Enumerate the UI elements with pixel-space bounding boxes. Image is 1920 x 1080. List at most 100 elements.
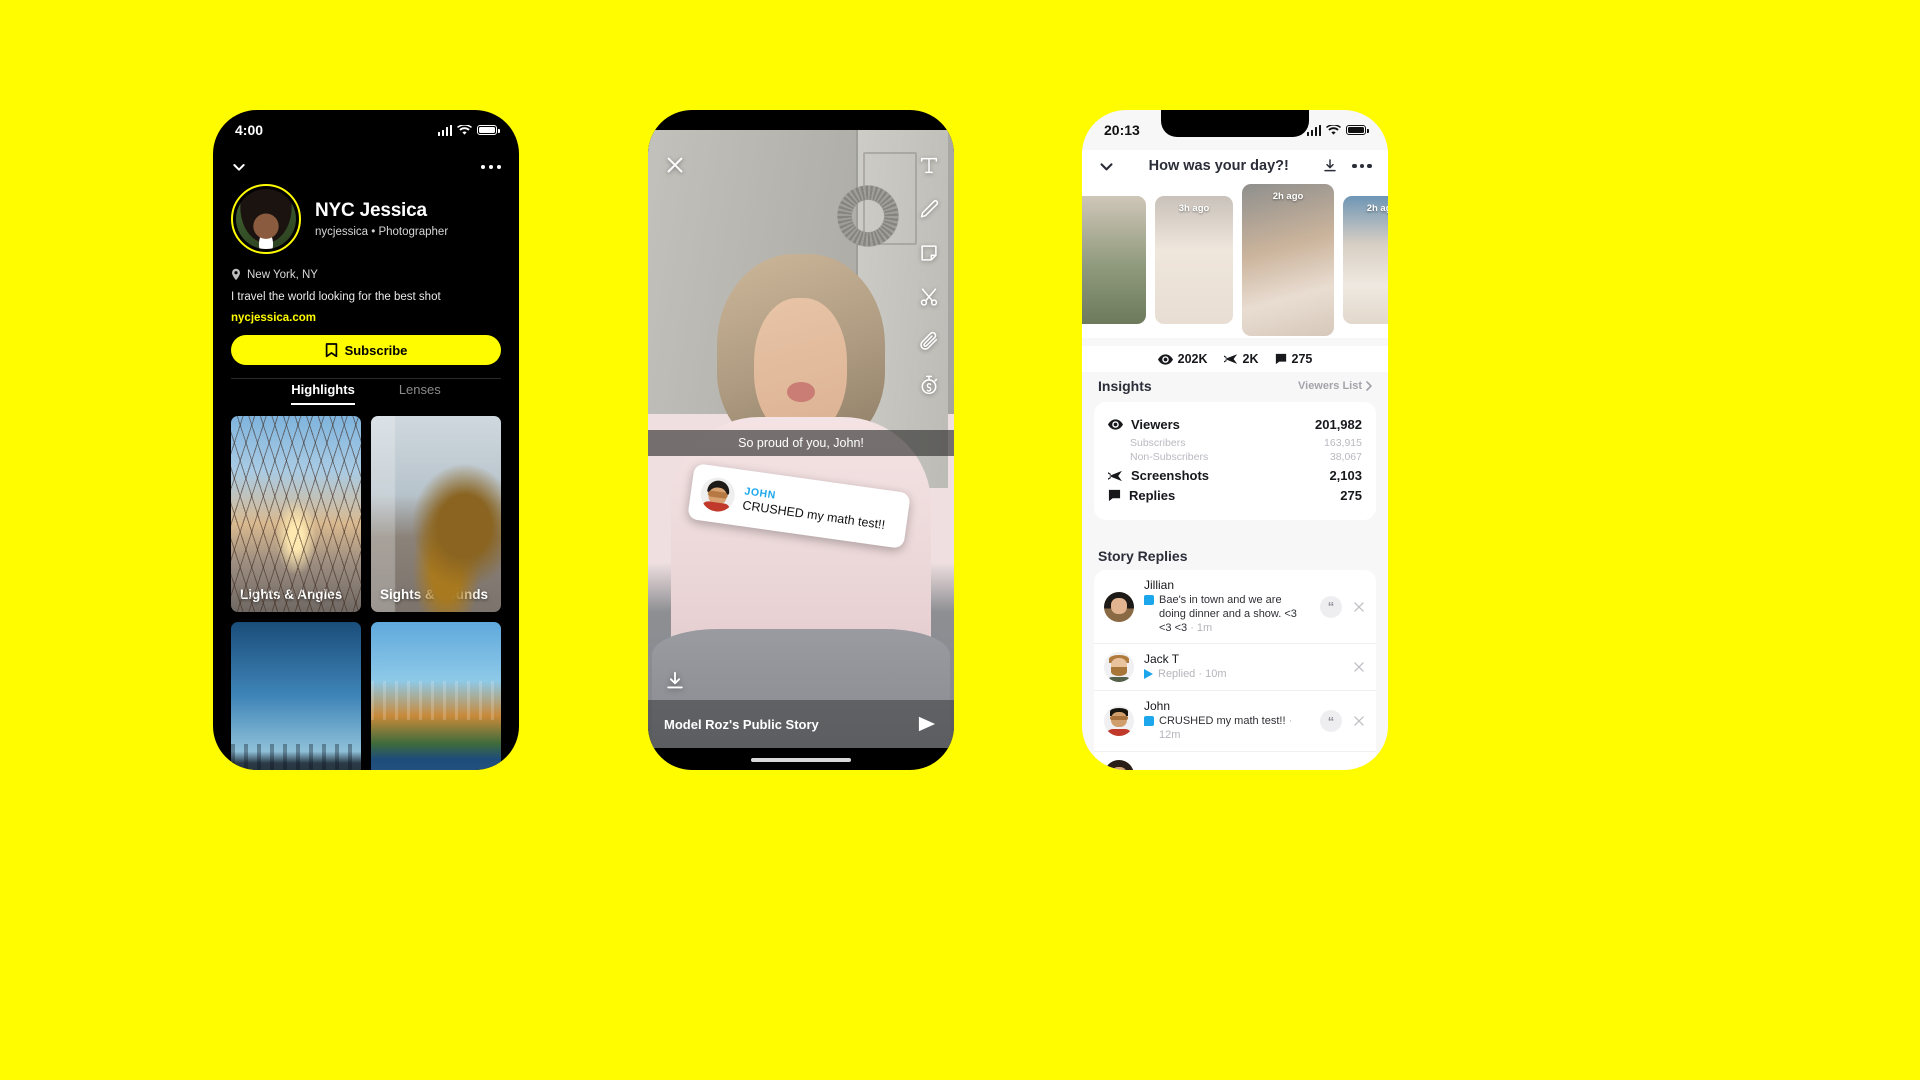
reply-message: Replied [1158, 668, 1196, 681]
header-actions [1322, 158, 1372, 174]
chevron-down-icon[interactable] [231, 159, 247, 175]
timer-icon[interactable] [918, 374, 940, 396]
highlight-tile-park[interactable] [371, 622, 501, 770]
highlight-tile-lights-angles[interactable]: Lights & Angles [231, 416, 361, 612]
story-time-label: 2h ago [1366, 203, 1388, 214]
insights-row-screenshots: Screenshots 2,103 [1108, 468, 1362, 483]
list-item[interactable]: Jillian Bae's in town and we are doing d… [1094, 570, 1376, 645]
download-save-icon[interactable] [664, 670, 686, 692]
text-tool-icon[interactable] [918, 154, 940, 176]
close-icon[interactable] [664, 154, 686, 176]
story-thumbnail[interactable]: 3h ago 250K [1155, 196, 1233, 324]
bitmoji-jack-avatar [1104, 652, 1134, 683]
insights-row-replies: Replies 275 [1108, 488, 1362, 503]
dismiss-reply-icon[interactable] [1352, 600, 1366, 614]
story-thumbnail[interactable]: 2h ago 198K [1343, 196, 1388, 324]
reply-content: Jennypenny [1144, 768, 1366, 770]
eye-icon [1157, 353, 1173, 365]
insights-label: Viewers [1131, 417, 1180, 432]
reply-message: CRUSHED my math test!! [1159, 715, 1286, 728]
list-item[interactable]: Jennypenny [1094, 752, 1376, 770]
more-options-icon[interactable] [1352, 163, 1372, 169]
reply-name: Jillian [1144, 578, 1175, 592]
highlight-tile-sights-sounds[interactable]: Sights & Sounds [371, 416, 501, 612]
story-thumbnail-featured[interactable]: 2h ago [1242, 184, 1334, 336]
dismiss-reply-icon[interactable] [1352, 660, 1366, 674]
story-name-label: Model Roz's Public Story [664, 716, 819, 732]
reply-name: John [1144, 699, 1171, 714]
paperclip-attach-icon[interactable] [918, 330, 940, 352]
screenshot-icon [1223, 354, 1237, 364]
reply-content: John CRUSHED my math test!! · 12m [1144, 699, 1310, 743]
subscribe-button-label: Subscribe [344, 342, 408, 358]
eye-icon [1108, 419, 1123, 430]
subscribe-button[interactable]: Subscribe [231, 335, 501, 365]
page-title: NYC Jessica [315, 200, 427, 221]
tab-lenses[interactable]: Lenses [399, 382, 441, 405]
story-bottom-bar: Model Roz's Public Story [648, 700, 954, 748]
wifi-icon [1326, 124, 1341, 135]
profile-bio: I travel the world looking for the best … [231, 291, 441, 303]
insights-value: 201,982 [1315, 417, 1362, 432]
viewers-list-link[interactable]: Viewers List [1298, 380, 1372, 392]
insights-title: Insights [1098, 378, 1152, 394]
notch [1161, 110, 1309, 137]
download-icon[interactable] [1322, 158, 1338, 174]
draw-pen-icon[interactable] [918, 198, 940, 220]
status-time: 20:13 [1104, 122, 1140, 138]
profile-website-link[interactable]: nycjessica.com [231, 312, 501, 324]
story-time-label: 3h ago [1178, 203, 1210, 214]
profile-top-bar [213, 150, 519, 184]
insights-row-non-subscribers: Non-Subscribers 38,067 [1108, 451, 1362, 463]
chat-bubble-icon [1108, 489, 1121, 502]
story-caption[interactable]: So proud of you, John! [648, 430, 954, 456]
dismiss-reply-icon[interactable] [1352, 714, 1366, 728]
reply-message: Bae's in town and we are doing dinner an… [1159, 594, 1297, 634]
status-icons [437, 124, 500, 136]
stat-screenshots: 2K [1223, 352, 1259, 366]
summary-stats: 202K 2K 275 [1082, 346, 1388, 372]
scissors-cutout-icon[interactable] [918, 286, 940, 308]
story-time-label: 2h ago [1272, 191, 1304, 202]
reply-content: Jack T Replied · 10m [1144, 652, 1342, 682]
insights-label: Replies [1129, 488, 1176, 503]
more-options-icon[interactable] [480, 164, 501, 170]
insights-value: 163,915 [1324, 437, 1362, 449]
status-icons [1306, 124, 1369, 136]
page-title: How was your day?! [1148, 158, 1289, 174]
insights-label: Screenshots [1131, 468, 1210, 483]
battery-icon [477, 125, 500, 135]
quote-reply-button[interactable]: “ [1320, 710, 1342, 732]
highlight-tile-skyline[interactable] [231, 622, 361, 770]
insights-label: Subscribers [1130, 437, 1186, 449]
chevron-down-icon[interactable] [1098, 158, 1115, 175]
avatar[interactable] [231, 184, 301, 254]
status-time: 4:00 [235, 122, 264, 138]
reply-text: Bae's in town and we are doing dinner an… [1144, 594, 1310, 635]
profile-location-label: New York, NY [247, 268, 318, 281]
chat-bubble-icon [1275, 353, 1286, 365]
list-item[interactable]: John CRUSHED my math test!! · 12m “ [1094, 691, 1376, 752]
reply-content: Jillian Bae's in town and we are doing d… [1144, 578, 1310, 635]
story-carousel[interactable]: 3h ago 250K 2h ago 2h ago 198K [1082, 182, 1388, 338]
insights-section-header: Insights Viewers List [1098, 378, 1372, 394]
quote-reply-button[interactable]: “ [1320, 595, 1342, 618]
battery-icon [1346, 125, 1369, 135]
list-item[interactable]: Jack T Replied · 10m [1094, 644, 1376, 692]
reply-text: Replied · 10m [1144, 668, 1342, 682]
chat-bubble-icon [1144, 716, 1154, 727]
send-arrow-icon[interactable] [916, 715, 938, 733]
stat-views-value: 202K [1177, 352, 1208, 366]
bitmoji-jillian-avatar [1104, 591, 1134, 622]
bookmark-icon [325, 342, 337, 357]
story-thumbnail[interactable] [1082, 196, 1146, 324]
wall-decor [825, 173, 912, 260]
stat-views: 202K [1157, 352, 1208, 366]
sticker-icon[interactable] [918, 242, 940, 264]
reply-name: Jack T [1144, 652, 1180, 667]
highlight-tile-label: Sights & Sounds [380, 587, 488, 602]
stat-replies-value: 275 [1291, 352, 1313, 366]
profile-location: New York, NY [231, 268, 501, 281]
chevron-right-icon [1366, 381, 1372, 391]
tab-highlights[interactable]: Highlights [291, 382, 355, 405]
